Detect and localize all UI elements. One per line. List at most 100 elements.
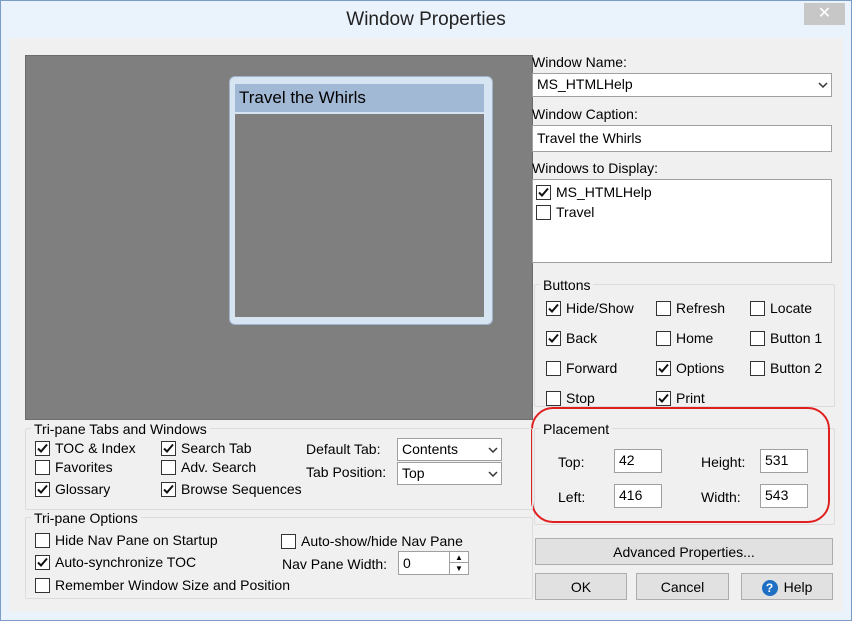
checkbox[interactable] xyxy=(546,390,561,406)
buttons-group-title: Buttons xyxy=(540,277,594,293)
checkbox[interactable] xyxy=(656,330,671,346)
window-preview: Travel the Whirls xyxy=(25,55,533,420)
check-icon xyxy=(658,363,669,373)
window-name-label: Window Name: xyxy=(532,54,627,70)
checkbox-ms-htmlhelp[interactable] xyxy=(536,184,551,200)
check-icon xyxy=(163,443,174,453)
tri-pane-options-group-title: Tri-pane Options xyxy=(31,510,141,526)
option-label: Home xyxy=(676,330,714,346)
option-label: Remember Window Size and Position xyxy=(55,577,290,593)
option-label: Refresh xyxy=(676,300,726,316)
check-icon xyxy=(548,333,559,343)
button-option-refresh[interactable]: Refresh xyxy=(656,300,725,316)
checkbox[interactable] xyxy=(35,577,50,593)
option-label: Forward xyxy=(566,360,618,376)
checkbox[interactable] xyxy=(656,390,671,406)
tab-option-search-tab[interactable]: Search Tab xyxy=(161,440,252,456)
check-icon xyxy=(658,393,669,403)
tab-position-value: Top xyxy=(402,465,425,481)
button-option-forward[interactable]: Forward xyxy=(546,360,617,376)
help-icon: ? xyxy=(761,580,778,597)
window-name-select[interactable]: MS_HTMLHelp xyxy=(532,73,832,97)
check-icon xyxy=(163,484,174,494)
checkbox[interactable] xyxy=(546,300,561,316)
chevron-down-icon xyxy=(818,82,828,89)
tab-position-label: Tab Position: xyxy=(306,464,387,480)
checkbox[interactable] xyxy=(750,300,765,316)
nav-pane-width-spinner[interactable]: 0 ▲ ▼ xyxy=(398,551,469,575)
checkbox[interactable] xyxy=(35,532,50,548)
option-auto-synchronize-toc[interactable]: Auto-synchronize TOC xyxy=(35,554,196,570)
option-label: Print xyxy=(676,390,705,406)
preview-caption: Travel the Whirls xyxy=(235,84,484,112)
option-label: Search Tab xyxy=(181,440,252,456)
window-caption-label: Window Caption: xyxy=(532,106,638,122)
option-label: Button 1 xyxy=(770,330,823,346)
checkbox[interactable] xyxy=(161,481,176,497)
button-option-print[interactable]: Print xyxy=(656,390,705,406)
list-item-travel[interactable]: Travel xyxy=(536,204,594,220)
checkbox[interactable] xyxy=(656,360,671,376)
default-tab-value: Contents xyxy=(402,441,459,457)
option-label: Options xyxy=(676,360,725,376)
checkbox[interactable] xyxy=(656,300,671,316)
button-option-hide-show[interactable]: Hide/Show xyxy=(546,300,634,316)
ok-button[interactable]: OK xyxy=(535,573,627,600)
checkbox[interactable] xyxy=(35,481,50,497)
check-icon xyxy=(548,303,559,313)
checkbox[interactable] xyxy=(161,440,176,456)
advanced-properties-button[interactable]: Advanced Properties... xyxy=(535,538,833,565)
spinner-buttons: ▲ ▼ xyxy=(449,552,468,574)
tab-option-favorites[interactable]: Favorites xyxy=(35,459,113,475)
option-label: Favorites xyxy=(55,459,113,475)
tab-option-toc-index[interactable]: TOC & Index xyxy=(35,440,136,456)
button-option-stop[interactable]: Stop xyxy=(546,390,595,406)
tab-option-glossary[interactable]: Glossary xyxy=(35,481,110,497)
button-option-back[interactable]: Back xyxy=(546,330,597,346)
help-button[interactable]: ? Help xyxy=(741,573,833,600)
option-auto-show-hide-nav-pane[interactable]: Auto-show/hide Nav Pane xyxy=(281,533,463,549)
windows-to-display-list[interactable]: MS_HTMLHelp Travel xyxy=(532,179,832,263)
spin-down-icon[interactable]: ▼ xyxy=(450,563,468,574)
windows-to-display-label: Windows to Display: xyxy=(532,160,659,176)
tab-option-browse-sequences[interactable]: Browse Sequences xyxy=(161,481,302,497)
tab-option-adv-search[interactable]: Adv. Search xyxy=(161,459,256,475)
list-item-label: MS_HTMLHelp xyxy=(556,184,652,200)
preview-window: Travel the Whirls xyxy=(229,76,493,325)
checkbox[interactable] xyxy=(35,440,50,456)
option-label: Auto-show/hide Nav Pane xyxy=(301,533,463,549)
window-caption-input[interactable]: Travel the Whirls xyxy=(532,125,832,152)
option-label: Locate xyxy=(770,300,813,316)
spin-up-icon[interactable]: ▲ xyxy=(450,552,468,563)
check-icon xyxy=(37,557,48,567)
chevron-down-icon xyxy=(488,470,498,477)
button-option-home[interactable]: Home xyxy=(656,330,713,346)
checkbox[interactable] xyxy=(281,533,296,549)
checkbox[interactable] xyxy=(546,330,561,346)
option-label: Hide/Show xyxy=(566,300,634,316)
option-label: TOC & Index xyxy=(55,440,136,456)
default-tab-select[interactable]: Contents xyxy=(397,438,502,461)
checkbox[interactable] xyxy=(161,459,176,475)
default-tab-label: Default Tab: xyxy=(306,441,381,457)
cancel-button[interactable]: Cancel xyxy=(636,573,729,600)
checkbox[interactable] xyxy=(35,554,50,570)
button-option-button-1[interactable]: Button 1 xyxy=(750,330,822,346)
button-option-button-2[interactable]: Button 2 xyxy=(750,360,822,376)
option-label: Browse Sequences xyxy=(181,481,302,497)
checkbox[interactable] xyxy=(750,330,765,346)
checkbox[interactable] xyxy=(546,360,561,376)
highlight-annotation xyxy=(531,407,830,523)
close-button[interactable]: ✕ xyxy=(804,3,845,25)
option-hide-nav-pane[interactable]: Hide Nav Pane on Startup xyxy=(35,532,218,548)
option-remember-window-size[interactable]: Remember Window Size and Position xyxy=(35,577,290,593)
button-option-options[interactable]: Options xyxy=(656,360,724,376)
button-option-locate[interactable]: Locate xyxy=(750,300,812,316)
list-item-ms-htmlhelp[interactable]: MS_HTMLHelp xyxy=(536,184,652,200)
preview-body xyxy=(235,114,484,317)
checkbox[interactable] xyxy=(750,360,765,376)
checkbox[interactable] xyxy=(35,459,50,475)
nav-pane-width-value: 0 xyxy=(403,555,411,571)
tab-position-select[interactable]: Top xyxy=(397,462,502,485)
checkbox-travel[interactable] xyxy=(536,204,551,220)
